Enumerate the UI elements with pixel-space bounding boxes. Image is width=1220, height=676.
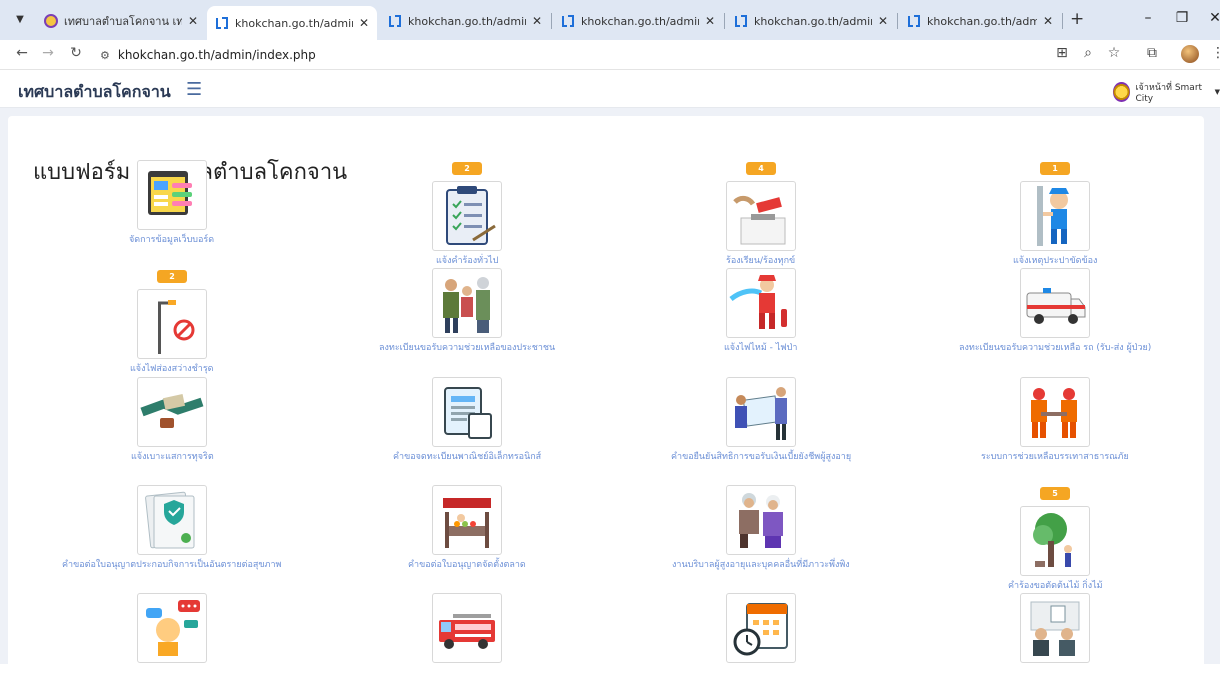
back-arrow-icon[interactable]: ← [12,45,32,61]
bookmark-star-icon[interactable]: ☆ [1104,45,1124,61]
restore-icon[interactable]: ❐ [1172,10,1192,26]
count-badge: 2 [157,270,187,283]
elderly-care-icon[interactable] [726,485,796,555]
form-card-label[interactable]: แจ้งคำร้องทั่วไป [436,253,498,267]
admin-logo-icon [734,14,748,28]
tab-separator [724,13,725,29]
calendar-timer-icon[interactable] [726,593,796,663]
clipboard-form-icon[interactable] [432,181,502,251]
fire-truck-icon[interactable] [432,593,502,663]
browser-toolbar: ← → ↻ ⚙ khokchan.go.th/admin/index.php ⊞… [0,40,1220,70]
form-card-label[interactable]: แจ้งไฟไหม้ - ไฟป่า [724,340,797,354]
health-certificate-icon[interactable] [137,485,207,555]
browser-tab-4[interactable]: khokchan.go.th/admin/agen ✕ [726,8,896,34]
admin-logo-icon [215,16,229,30]
form-card-label[interactable]: แจ้งเบาะแสการทุจริต [131,449,214,463]
browser-tab-3[interactable]: khokchan.go.th/admin/agen ✕ [553,8,723,34]
form-card-label[interactable]: จัดการข้อมูลเว็บบอร์ด [129,232,214,246]
form-card-label[interactable]: คำขอยืนยันสิทธิการขอรับเงินเบี้ยยังชีพผู… [671,449,851,463]
browser-tab-0[interactable]: เทศบาลตำบลโคกจาน เทศบาลตำบ ✕ [36,8,206,34]
form-card-label[interactable]: ลงทะเบียนขอรับความช่วยเหลือของประชาชน [379,340,555,354]
user-avatar [1113,82,1131,102]
tab-title: khokchan.go.th/admin/index [408,14,526,28]
count-badge: 2 [452,162,482,175]
user-menu[interactable]: เจ้าหน้าที่ Smart City ▼ [1113,80,1220,104]
user-label: เจ้าหน้าที่ Smart City [1135,83,1203,104]
tab-title: เทศบาลตำบลโคกจาน เทศบาลตำบ [64,15,182,28]
webboard-icon[interactable] [137,160,207,230]
site-settings-icon[interactable]: ⚙ [100,49,110,62]
tab-separator [897,13,898,29]
close-icon[interactable]: ✕ [532,14,542,28]
firefighter-icon[interactable] [726,268,796,338]
form-card-label[interactable]: คำขอต่อใบอนุญาตประกอบกิจการเป็นอันตรายต่… [62,557,281,571]
plumber-icon[interactable] [1020,181,1090,251]
market-stall-icon[interactable] [432,485,502,555]
browser-tab-2[interactable]: khokchan.go.th/admin/index ✕ [380,8,550,34]
close-icon[interactable]: ✕ [188,14,198,28]
browser-tab-5[interactable]: khokchan.go.th/admin/agen ✕ [899,8,1061,34]
profile-avatar[interactable] [1181,45,1199,63]
admin-logo-icon [561,14,575,28]
bribery-handshake-icon[interactable] [137,377,207,447]
browser-menu-icon[interactable]: ⋮ [1208,45,1220,61]
forward-arrow-icon[interactable]: → [38,45,58,61]
browser-tab-bar: ▼ เทศบาลตำบลโคกจาน เทศบาลตำบ ✕ khokchan.… [0,0,1220,40]
admin-logo-icon [907,14,921,28]
form-card-label[interactable]: คำร้องขอตัดต้นไม้ กิ่งไม้ [1008,578,1103,592]
form-card-label[interactable]: คำขอจดทะเบียนพาณิชย์อิเล็กทรอนิกส์ [393,449,541,463]
complaint-box-icon[interactable] [726,181,796,251]
address-url: khokchan.go.th/admin/index.php [117,48,316,62]
form-card-label[interactable]: งานบริบาลผู้สูงอายุและบุคคลอื่นที่มีภาวะ… [672,557,850,571]
form-card-label[interactable]: แจ้งเหตุประปาขัดข้อง [1013,253,1097,267]
form-card-label[interactable]: ลงทะเบียนขอรับความช่วยเหลือ รถ (รับ-ส่ง … [959,340,1151,354]
tab-title: khokchan.go.th/admin/agen [581,14,699,28]
tab-separator [551,13,552,29]
reload-icon[interactable]: ↻ [66,45,86,61]
rescue-team-icon[interactable] [1020,377,1090,447]
government-seal-icon [44,14,58,28]
admin-logo-icon [388,14,402,28]
translate-icon[interactable]: ⊞ [1052,45,1072,61]
form-card-label[interactable]: ร้องเรียน/ร้องทุกข์ [726,253,795,267]
tab-title: khokchan.go.th/admin/index [235,16,353,30]
caret-down-icon: ▼ [1214,88,1220,96]
site-header: เทศบาลตำบลโคกจาน ☰ [0,70,1220,108]
ambulance-icon[interactable] [1020,268,1090,338]
zoom-icon[interactable]: ⌕ [1078,45,1098,61]
browser-tab-1[interactable]: khokchan.go.th/admin/index ✕ [207,6,377,40]
tab-separator [1062,13,1063,29]
close-icon[interactable]: ✕ [1043,14,1053,28]
hamburger-menu-icon[interactable]: ☰ [186,79,202,100]
close-icon[interactable]: ✕ [705,14,715,28]
elderly-allowance-icon[interactable] [726,377,796,447]
broken-streetlight-icon[interactable] [137,289,207,359]
address-bar[interactable]: ⚙ khokchan.go.th/admin/index.php [100,45,1050,65]
extensions-icon[interactable]: ⧉ [1142,45,1162,61]
tree-cutting-icon[interactable] [1020,506,1090,576]
form-card-label[interactable]: แจ้งไฟส่องสว่างชำรุด [130,361,214,375]
meeting-people-icon[interactable] [1020,593,1090,663]
count-badge: 1 [1040,162,1070,175]
site-brand[interactable]: เทศบาลตำบลโคกจาน [18,80,171,105]
form-card-label[interactable]: คำขอต่อใบอนุญาตจัดตั้งตลาด [408,557,526,571]
close-icon[interactable]: ✕ [359,16,369,30]
tab-title: khokchan.go.th/admin/agen [754,14,872,28]
count-badge: 4 [746,162,776,175]
form-card-label[interactable]: ระบบการช่วยเหลือบรรเทาสาธารณภัย [981,449,1129,463]
minimize-icon[interactable]: – [1138,10,1158,26]
close-icon[interactable]: ✕ [878,14,888,28]
new-tab-icon[interactable]: + [1070,9,1084,29]
e-document-icon[interactable] [432,377,502,447]
chat-feedback-icon[interactable] [137,593,207,663]
tab-title: khokchan.go.th/admin/agen [927,14,1037,28]
window-close-icon[interactable]: ✕ [1205,10,1220,26]
tab-search-chevron-icon[interactable]: ▼ [10,10,30,30]
family-icon[interactable] [432,268,502,338]
count-badge: 5 [1040,487,1070,500]
